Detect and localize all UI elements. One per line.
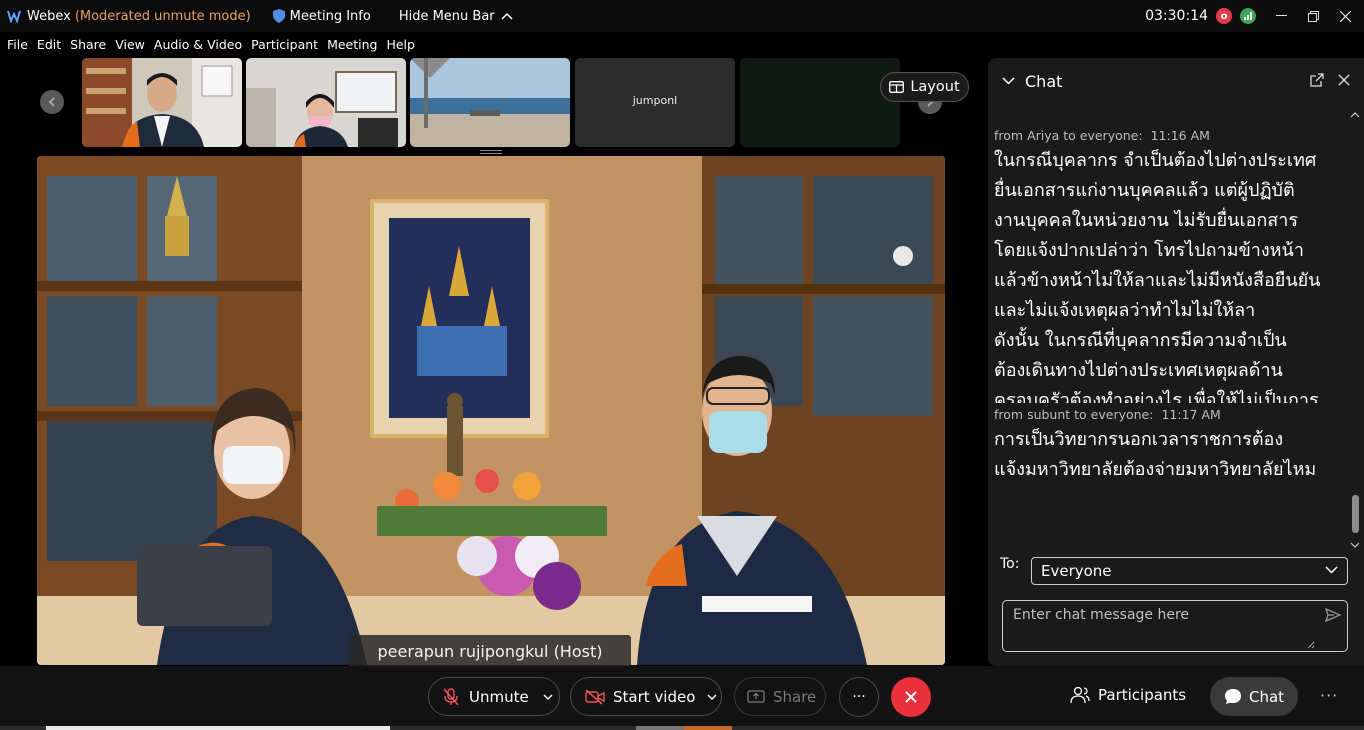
chat-bubble-icon	[1224, 689, 1241, 704]
meeting-controls-bar: Unmute Start video Share ··· Participant…	[0, 666, 1364, 730]
recipient-value: Everyone	[1041, 562, 1112, 580]
message-body: การเป็นวิทยากรนอกเวลาราชการต้อง แจ้งมหาว…	[994, 429, 1317, 480]
scroll-down-icon[interactable]	[1349, 540, 1361, 550]
menu-edit[interactable]: Edit	[37, 37, 61, 52]
signal-icon[interactable]	[1240, 8, 1256, 24]
participant-thumbnail-2[interactable]	[246, 58, 406, 147]
chevron-down-icon	[1325, 566, 1338, 574]
chat-message: from subunt to everyone: 11:17 AM การเป็น…	[988, 407, 1348, 485]
minimize-button[interactable]	[1266, 0, 1296, 32]
hide-menu-bar-button[interactable]: Hide Menu Bar	[399, 9, 513, 24]
taskbar-edge	[0, 726, 1364, 730]
message-meta: from Ariya to everyone: 11:16 AM	[994, 128, 1348, 143]
recipient-select[interactable]: Everyone	[1031, 557, 1348, 585]
chat-title: Chat	[1025, 71, 1063, 91]
chat-button[interactable]: Chat	[1210, 677, 1298, 716]
chevron-up-icon	[501, 12, 513, 20]
menu-help[interactable]: Help	[386, 37, 415, 52]
close-window-button[interactable]	[1330, 0, 1360, 32]
minimize-icon	[1275, 15, 1287, 16]
layout-icon	[889, 81, 905, 93]
chat-compose-box	[1002, 600, 1348, 652]
scrollbar-thumb[interactable]	[1352, 495, 1359, 533]
message-time: 11:17 AM	[1161, 407, 1221, 422]
menu-view[interactable]: View	[115, 37, 145, 52]
message-time: 11:16 AM	[1150, 128, 1210, 143]
menu-audio-video[interactable]: Audio & Video	[154, 37, 242, 52]
toolbar-overflow-button[interactable]: ···	[1320, 686, 1338, 705]
send-icon[interactable]	[1325, 607, 1341, 623]
menu-file[interactable]: File	[7, 37, 28, 52]
chat-scrollbar[interactable]	[1349, 110, 1361, 550]
menu-participant[interactable]: Participant	[251, 37, 318, 52]
pop-out-icon[interactable]	[1310, 73, 1324, 87]
layout-button[interactable]: Layout	[880, 72, 969, 102]
menu-share[interactable]: Share	[70, 37, 106, 52]
meeting-info-button[interactable]: Meeting Info	[272, 8, 371, 24]
scroll-up-icon[interactable]	[1349, 110, 1361, 120]
menu-meeting[interactable]: Meeting	[327, 37, 377, 52]
chevron-down-icon[interactable]	[707, 694, 717, 700]
message-sender: from Ariya to everyone:	[994, 128, 1143, 143]
close-chat-icon[interactable]	[1338, 74, 1350, 86]
menu-bar: File Edit Share View Audio & Video Parti…	[0, 32, 417, 57]
participant-thumbnail-5[interactable]	[740, 58, 900, 147]
chat-message: from Ariya to everyone: 11:16 AM ในกรณีบุ…	[988, 128, 1348, 403]
more-options-button[interactable]: ···	[839, 677, 879, 717]
people-icon	[1070, 686, 1090, 704]
restore-button[interactable]	[1298, 0, 1328, 32]
message-meta: from subunt to everyone: 11:17 AM	[994, 407, 1348, 422]
participant-name: jumponl	[632, 94, 678, 107]
start-video-label: Start video	[613, 687, 696, 706]
thumbnails-prev-button[interactable]	[40, 90, 64, 114]
chat-panel: Chat from Ariya to everyone: 11:16 AM ในก…	[988, 58, 1364, 666]
unmute-button[interactable]: Unmute	[428, 677, 560, 716]
share-button[interactable]: Share	[734, 677, 826, 716]
meeting-mode: (Moderated unmute mode)	[74, 8, 251, 24]
leave-meeting-button[interactable]	[891, 677, 931, 717]
resize-handle[interactable]	[480, 150, 502, 154]
main-video-stage	[37, 156, 945, 665]
start-video-button[interactable]: Start video	[570, 677, 722, 716]
participants-button[interactable]: Participants	[1070, 686, 1186, 704]
message-body: ในกรณีบุคลากร จำเป็นต้องไปต่างประเทศ ยื่…	[994, 150, 1321, 403]
chat-label: Chat	[1248, 687, 1285, 706]
taskbar-segment	[636, 726, 684, 730]
close-icon	[905, 691, 917, 703]
microphone-muted-icon	[443, 687, 459, 705]
layout-label: Layout	[910, 79, 960, 95]
meeting-timer: 03:30:14	[1145, 8, 1208, 24]
participants-label: Participants	[1098, 686, 1187, 704]
title-bar: Webex (Moderated unmute mode) Meeting In…	[0, 0, 1364, 32]
chevron-down-icon[interactable]	[1002, 77, 1015, 85]
close-icon	[1339, 10, 1351, 22]
participant-thumbnail-jumponl[interactable]: jumponl	[575, 58, 735, 147]
webex-logo-icon	[7, 10, 21, 23]
restore-icon	[1307, 10, 1319, 22]
app-name: Webex	[27, 8, 71, 24]
participant-thumbnail-3[interactable]	[410, 58, 570, 147]
chat-message-list: from Ariya to everyone: 11:16 AM ในกรณีบุ…	[988, 128, 1348, 548]
chat-header: Chat	[988, 58, 1364, 104]
hide-menu-bar-label: Hide Menu Bar	[398, 8, 495, 24]
share-label: Share	[773, 687, 817, 706]
video-off-icon	[585, 688, 605, 705]
unmute-label: Unmute	[469, 687, 529, 706]
chevron-down-icon[interactable]	[543, 694, 553, 700]
recording-badge[interactable]: o	[1216, 8, 1232, 24]
active-speaker-name-tag: peerapun rujipongkul (Host)	[349, 635, 631, 667]
participant-thumbnail-1[interactable]	[82, 58, 242, 147]
meeting-info-label: Meeting Info	[289, 8, 371, 24]
recipient-label: To:	[1000, 556, 1020, 572]
taskbar-segment	[46, 726, 390, 730]
share-icon	[747, 689, 765, 703]
chat-message-input[interactable]	[1003, 601, 1315, 649]
chevron-left-icon	[48, 97, 55, 107]
more-icon: ···	[852, 689, 866, 705]
taskbar-segment	[684, 726, 732, 730]
message-sender: from subunt to everyone:	[994, 407, 1154, 422]
shield-icon	[272, 9, 285, 23]
